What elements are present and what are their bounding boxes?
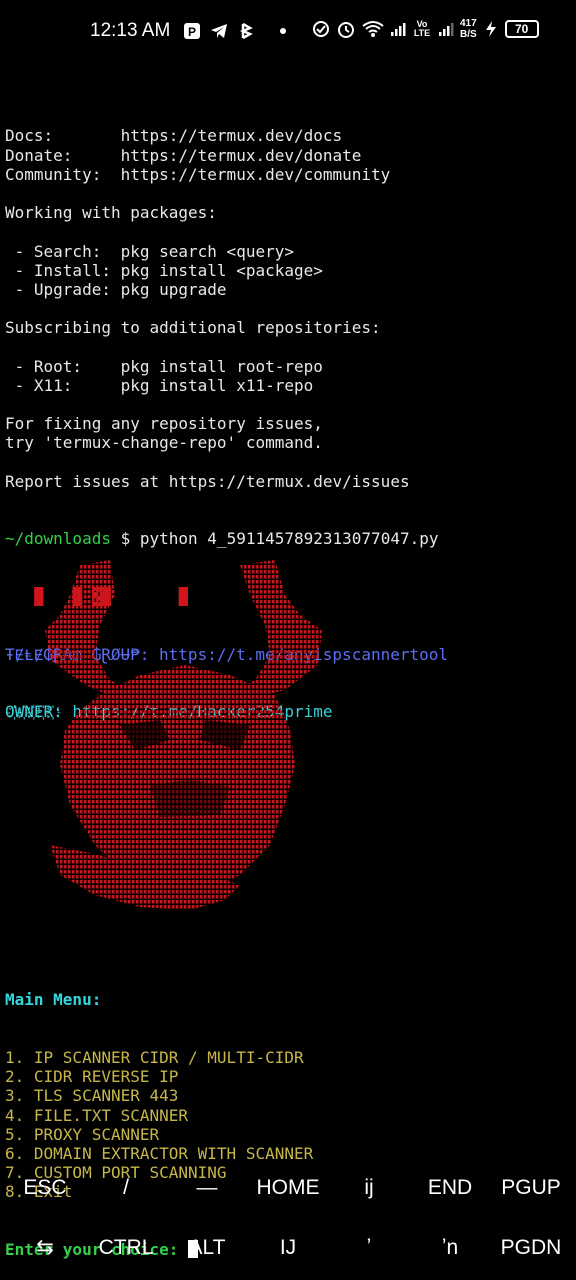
terminal-line: Subscribing to additional repositories: [5, 318, 381, 338]
net-speed-unit: B/S [460, 29, 477, 40]
charging-icon [485, 21, 496, 37]
app-icon [239, 22, 253, 40]
terminal-line: - Install: pkg install <package> [5, 260, 323, 280]
net-speed-value: 417 [460, 18, 477, 29]
wifi-icon [362, 21, 384, 37]
terminal-line: - Upgrade: pkg upgrade [5, 279, 227, 299]
terminal-line: Community: https://termux.dev/community [5, 164, 391, 184]
extra-key[interactable]: HOME [247, 1160, 329, 1216]
status-time: 12:13 AM [90, 20, 171, 41]
terminal-line: Working with packages: [5, 203, 217, 223]
extra-key[interactable]: ⇆ [4, 1220, 86, 1276]
motd-text: Docs: https://termux.dev/docs Donate: htt… [5, 126, 571, 491]
menu-item: 5. PROXY SCANNER [5, 1124, 160, 1144]
extra-key[interactable]: / [85, 1160, 167, 1216]
status-icons: Vo LTE 417 B/S 70 [312, 18, 539, 40]
extra-key[interactable]: ʼn [409, 1220, 491, 1276]
command-line: ~/downloads $ python 4_59114578923130770… [5, 529, 571, 548]
battery-icon: 70 [504, 20, 539, 38]
menu-item: 2. CIDR REVERSE IP [5, 1067, 179, 1087]
prompt-path: ~/downloads [5, 529, 111, 549]
dot-icon [280, 28, 286, 34]
terminal-line: Report issues at https://termux.dev/issu… [5, 471, 410, 491]
menu-title: Main Menu: [5, 990, 102, 1010]
menu-item: 1. IP SCANNER CIDR / MULTI-CIDR [5, 1048, 304, 1067]
terminal-line: - Search: pkg search <query> [5, 241, 294, 261]
svg-text:P: P [188, 25, 196, 39]
alarm-icon [338, 22, 354, 38]
extra-key[interactable]: ʼ [328, 1220, 410, 1276]
prompt-command: $ python 4_5911457892313077047.py [110, 529, 439, 549]
terminal-line: - X11: pkg install x11-repo [5, 375, 314, 395]
terminal-line: Donate: https://termux.dev/donate [5, 145, 362, 165]
extra-key[interactable]: — [166, 1160, 248, 1216]
extra-keys-bar: ESC / — HOME ij END PGUP ⇆ CTRL ALT IJ ʼ ʼn PGDN [0, 1160, 576, 1280]
extra-key[interactable]: ESC [4, 1160, 86, 1216]
terminal-line: try 'termux-change-repo' command. [5, 433, 323, 453]
extra-key[interactable]: IJ [247, 1220, 329, 1276]
volte-label: Vo LTE [413, 19, 431, 38]
notification-app-icon: P [184, 23, 200, 39]
terminal-line: For fixing any repository issues, [5, 414, 323, 434]
signal-icon-2 [439, 23, 454, 36]
extra-key[interactable]: ALT [166, 1220, 248, 1276]
extra-key[interactable]: PGDN [490, 1220, 572, 1276]
terminal-line: - Root: pkg install root-repo [5, 356, 323, 376]
extra-key[interactable]: ij [328, 1160, 410, 1216]
menu-item: 3. TLS SCANNER 443 [5, 1086, 179, 1106]
signal-icon [391, 23, 406, 36]
dnd-icon [313, 21, 329, 37]
extra-key[interactable]: END [409, 1160, 491, 1216]
terminal-line: Docs: https://termux.dev/docs [5, 126, 343, 146]
telegram-icon [211, 24, 227, 38]
extra-key[interactable]: CTRL [85, 1220, 167, 1276]
menu-item: 4. FILE.TXT SCANNER [5, 1105, 189, 1125]
bull-ascii-art [45, 560, 322, 910]
extra-key[interactable]: PGUP [490, 1160, 572, 1216]
status-bar: 12:13 AM P Vo LTE 417 B/S 70 [0, 0, 576, 64]
